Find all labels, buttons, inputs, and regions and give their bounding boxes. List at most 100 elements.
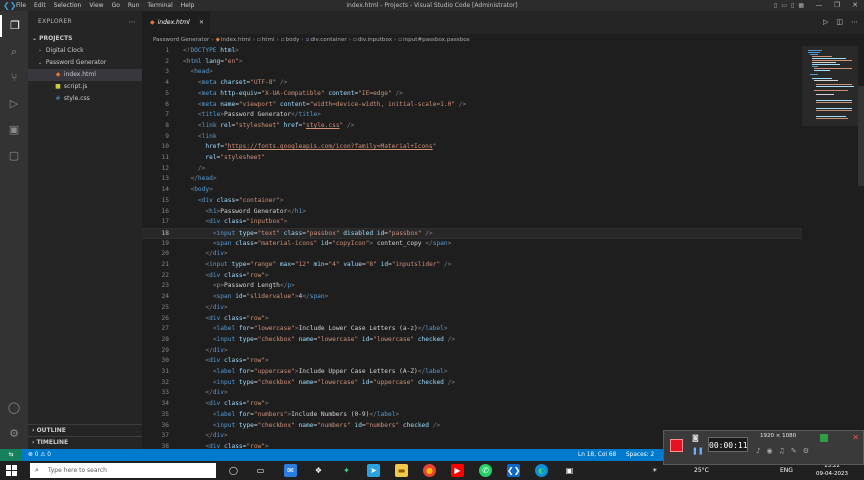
volume-icon[interactable]: ♫ (779, 447, 785, 455)
widgets-icon[interactable]: ▭ (254, 464, 267, 477)
code-editor[interactable]: 1 <!DOCTYPE html> 2 <html lang="en"> 3 <he… (142, 46, 802, 449)
source-control-icon[interactable]: ⑂ (0, 67, 28, 89)
customize-layout-icon[interactable]: ▦ (798, 0, 804, 11)
code-line: 17 <div class="inputbox"> (161, 218, 288, 226)
code-line: 20 </div> (161, 250, 228, 258)
window-controls: — ❐ ✕ (810, 0, 864, 11)
code-line: 24 <span id="slidervalue">4</span> (161, 293, 329, 301)
menu-run[interactable]: Run (128, 0, 140, 11)
restore-button[interactable]: ❐ (828, 0, 846, 11)
menu-edit[interactable]: Edit (34, 0, 46, 11)
dropbox-icon[interactable]: ❖ (312, 464, 325, 477)
code-line: 15 <div class="container"> (161, 196, 284, 204)
run-icon[interactable]: ▷ (823, 11, 828, 34)
breadcrumb-item[interactable]: div.inputbox (358, 37, 392, 43)
extensions-icon[interactable]: ▣ (0, 119, 28, 141)
pause-icon[interactable]: ❚❚ (692, 447, 704, 455)
draw-icon[interactable]: ✎ (791, 447, 797, 455)
workspace-section[interactable]: ⌄ PROJECTS (28, 33, 142, 45)
explorer-icon[interactable]: ❐ (0, 15, 28, 37)
toggle-panel-icon[interactable]: ▭ (781, 0, 787, 11)
telegram-icon[interactable]: ➤ (367, 464, 380, 477)
camera-icon[interactable]: ◙ (692, 434, 699, 442)
file-explorer-icon[interactable]: ▬ (395, 464, 408, 477)
more-actions-icon[interactable]: ⋯ (851, 11, 858, 34)
settings-icon[interactable]: ⚙ (803, 447, 809, 455)
vertical-scrollbar[interactable] (858, 46, 864, 449)
tree-file-style-css[interactable]: # style.css (28, 93, 142, 105)
vscode-taskbar-icon[interactable]: ❮❯ (507, 464, 520, 477)
menu-help[interactable]: Help (181, 0, 195, 11)
minimize-button[interactable]: — (810, 0, 828, 11)
code-line: 22 <div class="row"> (161, 271, 269, 279)
minimap[interactable] (802, 46, 864, 449)
app-icon[interactable]: ✦ (340, 464, 353, 477)
youtube-icon[interactable]: ▶ (451, 464, 464, 477)
whatsapp-icon[interactable]: ✆ (479, 464, 492, 477)
settings-gear-icon[interactable]: ⚙ (0, 423, 28, 445)
remote-indicator-icon[interactable]: ⇆ (0, 449, 22, 461)
chrome-icon[interactable]: ● (423, 464, 436, 477)
webcam-icon[interactable]: ◉ (766, 447, 772, 455)
tree-folder-password-generator[interactable]: ⌄ Password Generator (28, 57, 142, 69)
menu-selection[interactable]: Selection (54, 0, 82, 11)
breadcrumb-item[interactable]: div.container (310, 37, 346, 43)
menu-terminal[interactable]: Terminal (147, 0, 172, 11)
tab-index-html[interactable]: ◆ index.html ✕ (142, 11, 210, 34)
chevron-right-icon: › (32, 427, 35, 434)
close-tab-icon[interactable]: ✕ (199, 11, 204, 34)
taskbar-search-box[interactable]: ⌕ Type here to search (30, 463, 216, 478)
code-line: 10 href="https://fonts.googleapis.com/ic… (161, 143, 437, 151)
weather-icon[interactable]: ☀ (652, 461, 657, 480)
code-line: 6 <meta name="viewport" content="width=d… (165, 100, 467, 108)
code-line: 31 <label for="uppercase">Include Upper … (161, 368, 448, 375)
code-line: 23 <p>Password Length</p> (161, 282, 295, 290)
run-debug-icon[interactable]: ▷ (0, 93, 28, 115)
code-line: 28 <input type="checkbox" name="lowercas… (161, 335, 456, 343)
close-recorder-icon[interactable]: ✕ (852, 433, 859, 442)
code-line: 21 <input type="range" max="12" min="4" … (161, 261, 452, 268)
cursor-position[interactable]: Ln 18, Col 68 (578, 449, 616, 461)
microphone-icon[interactable]: ♪ (756, 447, 760, 455)
app-icon[interactable]: ▣ (563, 464, 576, 477)
close-window-button[interactable]: ✕ (846, 0, 864, 11)
tree-folder-digital-clock[interactable]: › Digital Clock (28, 45, 142, 57)
layout-controls: ▯ ▭ ▯ ▦ (774, 0, 804, 11)
timeline-section[interactable]: › TIMELINE (28, 436, 142, 449)
html-file-icon: ◆ (215, 37, 220, 43)
breadcrumb-item[interactable]: index.html (221, 37, 251, 43)
tree-item-label: index.html (63, 71, 96, 78)
scrollbar-thumb[interactable] (858, 86, 864, 186)
record-button[interactable] (670, 439, 683, 452)
tree-file-script-js[interactable]: ■ script.js (28, 81, 142, 93)
code-line: 4 <meta charset="UTF-8" /> (165, 79, 288, 87)
breadcrumb-item[interactable]: body (286, 37, 300, 43)
menu-go[interactable]: Go (112, 0, 120, 11)
recorder-tools: ♪ ◉ ♫ ✎ ⚙ (756, 447, 809, 455)
mail-icon[interactable]: ✉ (284, 464, 297, 477)
screen-recorder-widget: ◙ ❚❚ 00:00:11 1920 × 1080 ♪ ◉ ♫ ✎ ⚙ ✕ (663, 430, 864, 465)
menu-view[interactable]: View (89, 0, 103, 11)
tree-item-label: style.css (63, 95, 90, 102)
breadcrumb-item[interactable]: html (262, 37, 275, 43)
code-line: 32 <input type="checkbox" name="lowercas… (161, 378, 456, 386)
more-actions-icon[interactable]: ⋯ (129, 11, 136, 33)
windows-start-icon[interactable] (6, 465, 17, 476)
tree-file-index-html[interactable]: ◆ index.html (28, 69, 142, 81)
problems-indicator[interactable]: ⊗ 0 ⚠ 0 (28, 449, 51, 461)
search-icon[interactable]: ⌕ (0, 41, 28, 63)
toggle-sidebar-icon[interactable]: ▯ (774, 0, 777, 11)
task-view-icon[interactable]: ◯ (227, 464, 240, 477)
edge-icon[interactable]: ◐ (535, 464, 548, 477)
remote-explorer-icon[interactable]: ▢ (0, 145, 28, 167)
account-icon[interactable]: ◯ (0, 397, 28, 419)
indentation[interactable]: Spaces: 2 (626, 449, 654, 461)
toggle-secondary-sidebar-icon[interactable]: ▯ (791, 0, 794, 11)
breadcrumb-item[interactable]: input#passbox.passbox (403, 37, 470, 43)
code-line: 2 <html lang="en"> (165, 57, 243, 65)
split-editor-icon[interactable]: ◫ (836, 11, 843, 34)
breadcrumb: Password Generator › ◆index.html › ▫html › ▫bo… (142, 34, 864, 46)
warning-count: 0 (47, 452, 51, 458)
breadcrumb-item[interactable]: Password Generator (153, 37, 209, 43)
menu-file[interactable]: File (16, 0, 26, 11)
